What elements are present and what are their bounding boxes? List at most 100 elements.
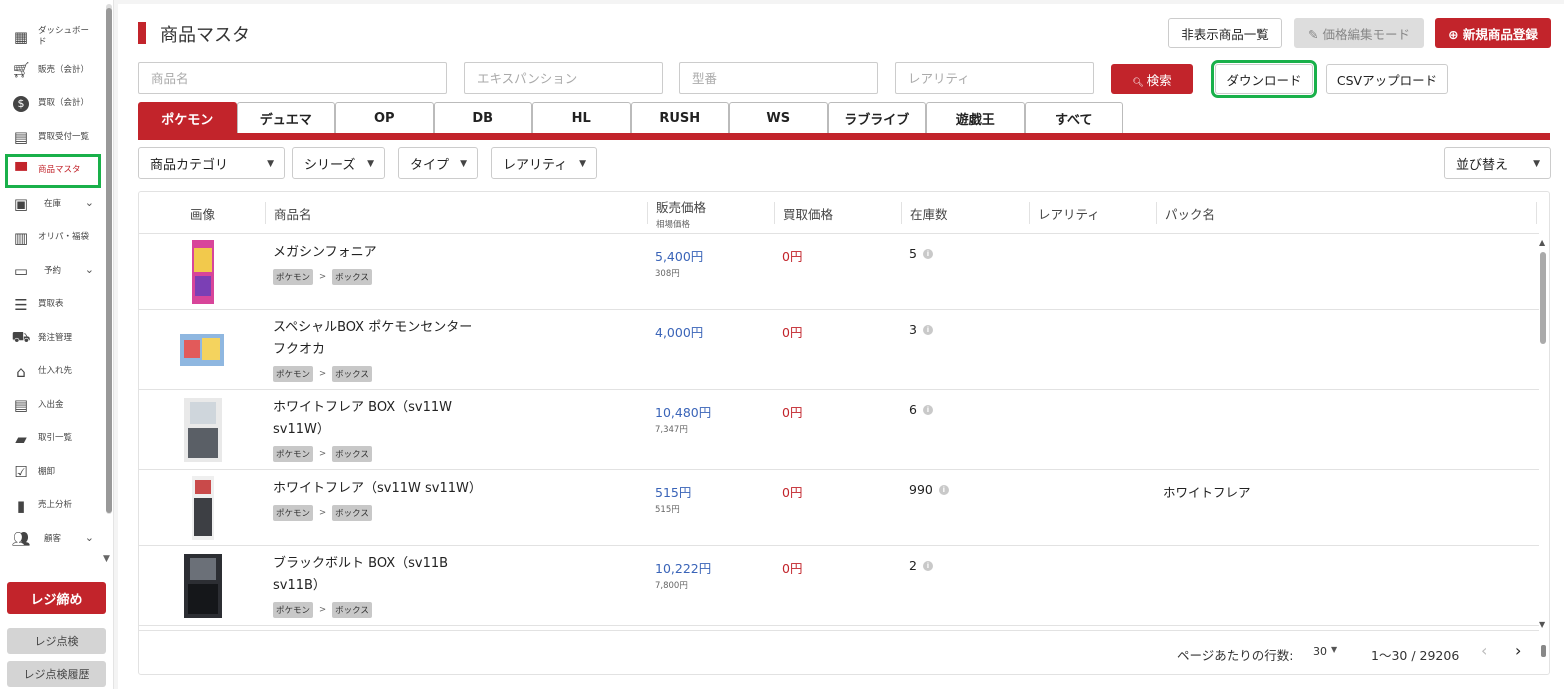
sidebar-item-oripa[interactable]: ▥ オリパ・福袋 (0, 221, 104, 255)
register-close-button[interactable]: レジ締め (7, 582, 106, 614)
product-name[interactable]: スペシャルBOX ポケモンセンター フクオカ (273, 317, 493, 361)
chevron-down-icon[interactable]: ⌄ (85, 196, 94, 209)
page-scrollbar-thumb[interactable] (1541, 645, 1546, 657)
sell-price[interactable]: 4,000円 (655, 322, 703, 341)
scroll-up-arrow-icon[interactable]: ▲ (1539, 238, 1545, 247)
rows-per-page-select[interactable]: 30 (1313, 645, 1327, 658)
tag-game: ポケモン (273, 269, 314, 285)
tab-op[interactable]: OP (335, 102, 434, 134)
table-row[interactable]: ホワイトフレア BOX（sv11W sv11W） ポケモン > ボックス 10,480… (139, 390, 1539, 470)
csv-upload-button[interactable]: CSVアップロード (1326, 64, 1448, 94)
col-header-sell-label: 販売価格 (656, 199, 707, 215)
buy-price[interactable]: 0円 (782, 322, 802, 341)
sell-price[interactable]: 10,222円 (655, 558, 711, 577)
sidebar-item-product-master[interactable]: ▀ 商品マスタ (5, 154, 101, 188)
sidebar-item-transactions[interactable]: ▰ 取引一覧 (0, 422, 104, 456)
sell-price[interactable]: 5,400円 (655, 246, 703, 265)
tab-lovelive[interactable]: ラブライブ (827, 102, 926, 134)
buy-price[interactable]: 0円 (782, 402, 802, 421)
buy-price[interactable]: 0円 (782, 558, 802, 577)
sidebar-item-dashboard[interactable]: ▦ ダッシュボード (0, 20, 104, 54)
tab-ws[interactable]: WS (729, 102, 828, 134)
info-icon[interactable]: i (922, 404, 933, 415)
sidebar-item-reservation[interactable]: ▭ 予約 ⌄ (0, 255, 104, 289)
product-name[interactable]: ホワイトフレア（sv11W sv11W） (273, 478, 493, 500)
scroll-down-arrow-icon[interactable]: ▼ (103, 554, 110, 564)
tag-game: ポケモン (273, 505, 314, 521)
sidebar-item-inventory[interactable]: ▣ 在庫 ⌄ (0, 188, 104, 222)
sidebar-item-cash[interactable]: ▤ 入出金 (0, 389, 104, 423)
col-header-image-label: 画像 (190, 206, 216, 222)
sidebar-item-label: 販売（会計） (38, 64, 90, 75)
scroll-down-arrow-icon[interactable]: ▼ (1539, 620, 1545, 629)
series-select[interactable]: シリーズ ▼ (292, 147, 385, 179)
sidebar-item-purchase-table[interactable]: ☰ 買取表 (0, 288, 104, 322)
table-scrollbar-thumb[interactable] (1540, 252, 1546, 344)
pencil-icon: ✎ (1308, 26, 1323, 42)
folder-icon: ▰ (15, 429, 27, 448)
category-select[interactable]: 商品カテゴリ ▼ (138, 147, 285, 179)
col-header-stock: 在庫数 (902, 192, 948, 234)
sort-select[interactable]: 並び替え ▼ (1444, 147, 1551, 179)
info-icon[interactable]: i (922, 324, 933, 335)
checklist-icon: ☑ (14, 463, 28, 482)
tab-rush[interactable]: RUSH (630, 102, 729, 134)
rows-per-page-label: ページあたりの行数: (1177, 648, 1294, 663)
product-name[interactable]: メガシンフォニア (273, 242, 493, 264)
sell-price[interactable]: 10,480円 (655, 402, 711, 421)
buy-price[interactable]: 0円 (782, 482, 802, 501)
hidden-products-button[interactable]: 非表示商品一覧 (1168, 18, 1282, 48)
sidebar-item-supplier[interactable]: ⌂ 仕入れ先 (0, 355, 104, 389)
sidebar-item-purchase[interactable]: $ 買取（会計） (0, 87, 104, 121)
dropdown-arrow-icon[interactable]: ▼ (1331, 645, 1337, 654)
model-number-input[interactable] (679, 62, 878, 94)
rarity-select-label: レアリティ (503, 157, 568, 173)
tab-all[interactable]: すべて (1024, 102, 1123, 134)
sidebar-item-label: 商品マスタ (38, 165, 81, 176)
tab-hl[interactable]: HL (532, 102, 631, 134)
sidebar-item-order[interactable]: ⛟ 発注管理 (0, 322, 104, 356)
new-product-button[interactable]: ⊕ 新規商品登録 (1435, 18, 1551, 48)
chevron-right-icon[interactable]: › (1515, 641, 1521, 660)
sell-price[interactable]: 515円 (655, 482, 691, 501)
table-row[interactable]: スペシャルBOX ポケモンセンター フクオカ ポケモン > ボックス 4,000円 0… (139, 310, 1539, 390)
product-name-line: スペシャルBOX ポケモンセンター (273, 320, 473, 335)
info-icon[interactable]: i (922, 248, 933, 259)
sidebar-item-customers[interactable]: 👥︎ 顧客 ⌄ (0, 523, 104, 557)
rarity-input[interactable] (895, 62, 1094, 94)
product-name[interactable]: ホワイトフレア BOX（sv11W sv11W） (273, 397, 493, 441)
buy-price[interactable]: 0円 (782, 246, 802, 265)
sidebar-item-stocktake[interactable]: ☑ 棚卸 (0, 456, 104, 490)
chevron-left-icon[interactable]: ‹ (1481, 641, 1487, 660)
table-row[interactable]: メガシンフォニア ポケモン > ボックス 5,400円 308円 0円 5i (139, 234, 1539, 310)
sidebar-item-sales[interactable]: 🛒︎ 販売（会計） (0, 54, 104, 88)
sidebar-scrollbar-thumb[interactable] (106, 8, 112, 513)
register-check-button[interactable]: レジ点検 (7, 628, 106, 654)
tab-yugioh[interactable]: 遊戯王 (926, 102, 1025, 134)
sidebar-item-purchase-reception[interactable]: ▤ 買取受付一覧 (0, 121, 104, 155)
table-row[interactable]: ホワイトフレア（sv11W sv11W） ポケモン > ボックス 515円 515円… (139, 470, 1539, 546)
info-icon[interactable]: i (938, 484, 949, 495)
product-name[interactable]: ブラックボルト BOX（sv11B sv11B） (273, 553, 493, 597)
truck-icon: ⛟ (11, 328, 31, 347)
tab-duema[interactable]: デュエマ (236, 102, 335, 134)
expansion-input[interactable] (464, 62, 663, 94)
chevron-down-icon[interactable]: ⌄ (85, 531, 94, 544)
download-button[interactable]: ダウンロード (1211, 60, 1317, 98)
table-row[interactable]: ブラックボルト BOX（sv11B sv11B） ポケモン > ボックス 10,222… (139, 546, 1539, 626)
product-name-line: フクオカ (273, 342, 326, 357)
sidebar-item-sales-analysis[interactable]: ▮ 売上分析 (0, 489, 104, 523)
info-icon[interactable]: i (922, 560, 933, 571)
tab-pokemon[interactable]: ポケモン (138, 102, 237, 134)
type-select[interactable]: タイプ ▼ (398, 147, 478, 179)
chevron-down-icon[interactable]: ⌄ (85, 263, 94, 276)
sidebar-item-label: 売上分析 (38, 500, 73, 511)
rarity-select[interactable]: レアリティ ▼ (491, 147, 597, 179)
dashboard-icon: ▦ (13, 27, 29, 46)
register-check-history-button[interactable]: レジ点検履歴 (7, 661, 106, 687)
tag-game: ポケモン (273, 366, 314, 382)
search-button[interactable]: 🔍︎ 検索 (1111, 64, 1193, 94)
product-name-input[interactable] (138, 62, 447, 94)
tab-db[interactable]: DB (433, 102, 532, 134)
price-edit-mode-button[interactable]: ✎ 価格編集モード (1294, 18, 1424, 48)
